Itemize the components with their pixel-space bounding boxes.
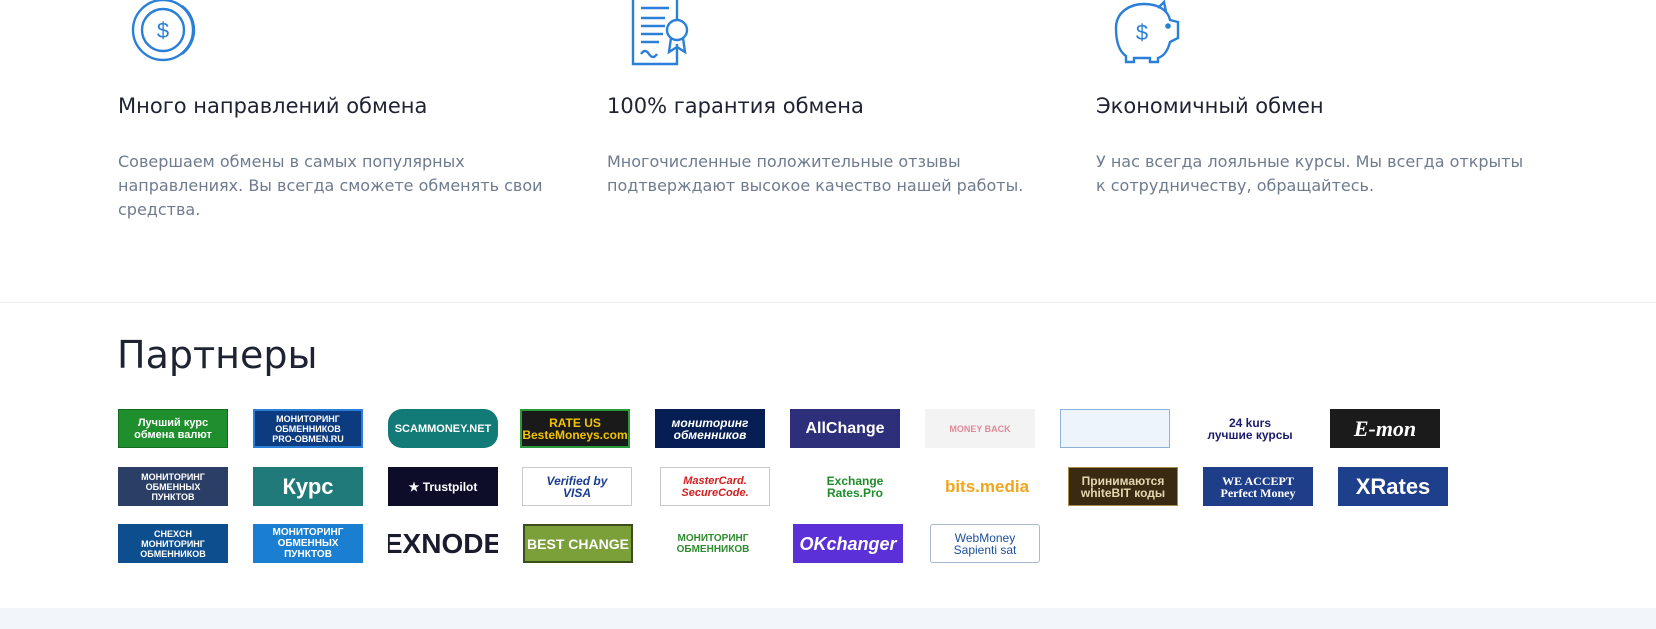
partners-title: Партнеры <box>117 333 318 377</box>
feature-title: Много направлений обмена <box>118 94 428 118</box>
partner-exchange-rates-pro[interactable]: Exchange Rates.Pro <box>800 467 910 506</box>
partner-pro-obmen[interactable]: МОНИТОРИНГ ОБМЕННИКОВ PRO-OBMEN.RU <box>253 409 363 448</box>
feature-title: 100% гарантия обмена <box>607 94 864 118</box>
partner-okchanger[interactable]: OKchanger <box>793 524 903 563</box>
partner-monitoring-eye[interactable]: МОНИТОРИНГ ОБМЕННИКОВ <box>658 524 768 563</box>
dollar-coin-icon: $ <box>130 0 204 66</box>
partner-monitoring-punktov-2[interactable]: МОНИТОРИНГ ОБМЕННЫХ ПУНКТОВ <box>253 524 363 563</box>
feature-text: Совершаем обмены в самых популярных напр… <box>118 152 543 219</box>
partner-verified-visa[interactable]: Verified by VISA <box>522 467 632 506</box>
partner-exnode[interactable]: EXNODE <box>388 524 498 563</box>
footer-band <box>0 608 1656 629</box>
partner-bits-media[interactable]: bits.media <box>932 467 1042 506</box>
partner-perfect-money[interactable]: WE ACCEPT Perfect Money <box>1203 467 1313 506</box>
partner-monitoring-obmennikov[interactable]: мониторинг обменников <box>655 409 765 448</box>
svg-text:$: $ <box>1136 20 1148 45</box>
partner-kurs[interactable]: Курс <box>253 467 363 506</box>
feature-text: Многочисленные положительные отзывы подт… <box>607 152 1024 195</box>
partner-24kurs[interactable]: 24 kurs лучшие курсы <box>1195 409 1305 448</box>
partner-scammoney[interactable]: SCAMMONEY.NET <box>388 409 498 448</box>
partner-monitoring-punktov[interactable]: МОНИТОРИНГ ОБМЕННЫХ ПУНКТОВ <box>118 467 228 506</box>
partner-allchange[interactable]: AllChange <box>790 409 900 448</box>
certificate-icon <box>619 0 693 66</box>
partner-bestemoneys[interactable]: RATE US BesteMoneys.com <box>520 409 630 448</box>
partner-mastercard-securecode[interactable]: MasterCard. SecureCode. <box>660 467 770 506</box>
partner-bestchange[interactable]: BEST CHANGE <box>523 524 633 563</box>
piggy-bank-icon: $ <box>1108 0 1182 66</box>
feature-text: У нас всегда лояльные курсы. Мы всегда о… <box>1096 152 1524 195</box>
partner-icons-grid[interactable] <box>1060 409 1170 448</box>
section-divider <box>0 302 1656 303</box>
partner-trustpilot[interactable]: ★ Trustpilot <box>388 467 498 506</box>
partner-luchshiy-kurs[interactable]: Лучший курс обмена валют <box>118 409 228 448</box>
feature-title: Экономичный обмен <box>1096 94 1324 118</box>
partner-webmoney[interactable]: WebMoney Sapienti sat <box>930 524 1040 563</box>
partner-emon[interactable]: E-mon <box>1330 409 1440 448</box>
partner-chexch[interactable]: CHEXCH МОНИТОРИНГ ОБМЕННИКОВ <box>118 524 228 563</box>
partner-money-back[interactable]: MONEY BACK <box>925 409 1035 448</box>
svg-text:$: $ <box>157 18 169 43</box>
features-section: $ Много направлений обмена Совершаем обм… <box>0 0 1656 302</box>
partner-xrates[interactable]: XRates <box>1338 467 1448 506</box>
partner-whitebit[interactable]: Принимаются whiteBIT коды <box>1068 467 1178 506</box>
